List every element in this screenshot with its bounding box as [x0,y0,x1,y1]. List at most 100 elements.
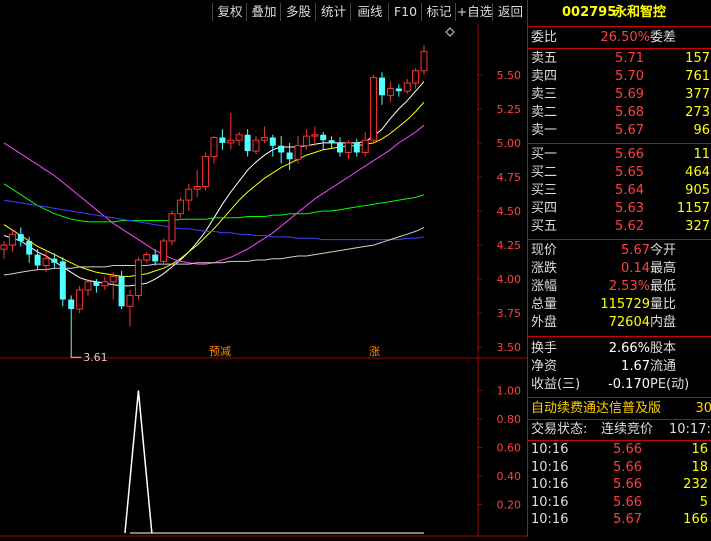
bid-volume: 464 [685,165,710,180]
candle-body [320,134,327,141]
tick-volume: 232 [683,477,708,492]
bid-price: 5.66 [615,147,644,162]
tick-row: 10:16 5.66 232 [528,476,711,494]
candle-body [143,254,151,261]
bid-volume: 905 [685,183,710,198]
toolbar-button-4[interactable]: 画线 [350,3,389,21]
candle-body [337,142,343,153]
indicator-spike [124,390,153,534]
candle-body [420,51,428,72]
candle-body [227,139,235,144]
stat2-label: 净资 [531,359,558,374]
tick-time: 10:16 [531,442,569,457]
bid-row: 买五 5.62 327 [528,218,711,236]
tick-price: 5.66 [613,442,642,457]
indicator-tick-label: 1.00 [497,385,522,398]
stat2-value: -0.170 [608,377,650,392]
bid-row: 买二 5.65 464 [528,164,711,182]
candle-body [210,136,218,158]
trade-status-label: 交易状态: [531,422,588,437]
candle-body [76,289,84,310]
stat-value: 115729 [600,297,650,312]
toolbar-button-7[interactable]: +自选 [455,3,493,21]
tick-time: 10:16 [531,494,569,510]
tick-volume: 166 [683,512,708,527]
candle-body [0,244,8,250]
bid-label: 买二 [531,165,558,180]
candle-body [68,299,75,310]
stat-value: 5.67 [621,243,650,258]
candle-body [412,70,420,84]
toolbar-button-6[interactable]: 标记 [421,3,456,21]
kline-chart-area[interactable]: 5.50 5.25 5.00 4.75 4.50 4.25 4.00 3.75 3.50 3.61… [0,24,527,537]
bid-label: 买一 [531,147,558,162]
stat-label: 现价 [531,243,558,258]
candle-body [193,186,201,190]
kline-chart[interactable]: 5.50 5.25 5.00 4.75 4.50 4.25 4.00 3.75 3.50 3.61… [0,24,527,537]
candle-body [8,233,16,246]
event-tag: 涨 [369,345,380,358]
stat2-label-2: PE(动) [650,377,690,392]
promo-text[interactable]: 自动续费通达信普及版 [531,400,661,418]
separator [528,143,711,144]
ask-price: 5.67 [615,123,644,138]
trade-status-value: 连续竞价 [601,422,654,437]
promo-tail: 30 [695,401,711,416]
toolbar-button-0[interactable]: 复权 [212,3,247,21]
candle-body [370,77,378,141]
toolbar-button-3[interactable]: 统计 [315,3,351,21]
promo-banner[interactable]: 自动续费通达信普及版 30 [528,400,711,418]
bid-volume: 11 [693,147,710,162]
bid-row: 买一 5.66 11 [528,146,711,164]
bid-price: 5.63 [615,201,644,216]
candle-body [118,276,125,307]
candle-body [101,281,109,287]
bid-label: 买四 [531,201,558,216]
toolbar-button-1[interactable]: 叠加 [246,3,281,21]
bid-price: 5.65 [615,165,644,180]
weibi-label: 委比 [531,30,558,45]
bid-label: 买五 [531,219,558,234]
stat-row: 总量 115729 量比 [528,296,711,314]
candle-body [395,88,402,92]
price-tick-label: 5.00 [497,137,522,150]
candle-body [286,152,293,160]
stock-code: 002795 [562,5,617,20]
ask-row: 卖五 5.71 157 [528,50,711,68]
indicator-tick-label: 0.40 [497,470,522,483]
stat-label: 总量 [531,297,558,312]
ask-label: 卖四 [531,69,558,84]
candle-body [176,199,184,215]
stat2-value: 1.67 [621,359,650,374]
price-tick-label: 4.25 [497,239,522,252]
toolbar-button-2[interactable]: 多股 [280,3,316,21]
stat-label-2: 今开 [650,243,677,258]
price-tick-label: 5.25 [497,103,522,116]
ask-label: 卖二 [531,105,558,120]
tick-volume: 18 [691,459,708,475]
candle-body [260,136,268,141]
trade-status-time: 10:17: [669,422,711,437]
weicha-label: 委差 [650,30,677,45]
ask-volume: 157 [685,51,710,66]
candle-body [235,134,243,141]
separator [528,26,711,27]
diamond-icon [445,27,455,37]
candle-body [126,294,134,307]
ask-row: 卖三 5.69 377 [528,86,711,104]
stat-value: 72604 [608,315,650,330]
stat2-label-2: 股本 [650,341,677,356]
price-tick-label: 3.50 [497,341,522,354]
indicator-tick-label: 0.20 [497,499,522,512]
trade-status-row: 交易状态: 连续竞价 10:17: [528,421,711,439]
toolbar-button-5[interactable]: F10 [388,3,422,21]
bid-price: 5.64 [615,183,644,198]
price-tick-label: 3.75 [497,307,522,320]
candle-body [353,142,360,153]
stat-value: 0.14 [621,261,650,276]
stat-row: 涨幅 2.53% 最低 [528,278,711,296]
candle-body [361,139,369,153]
stat2-value: 2.66% [608,341,650,356]
candle-body [93,281,100,286]
toolbar-button-8[interactable]: 返回 [492,3,528,21]
